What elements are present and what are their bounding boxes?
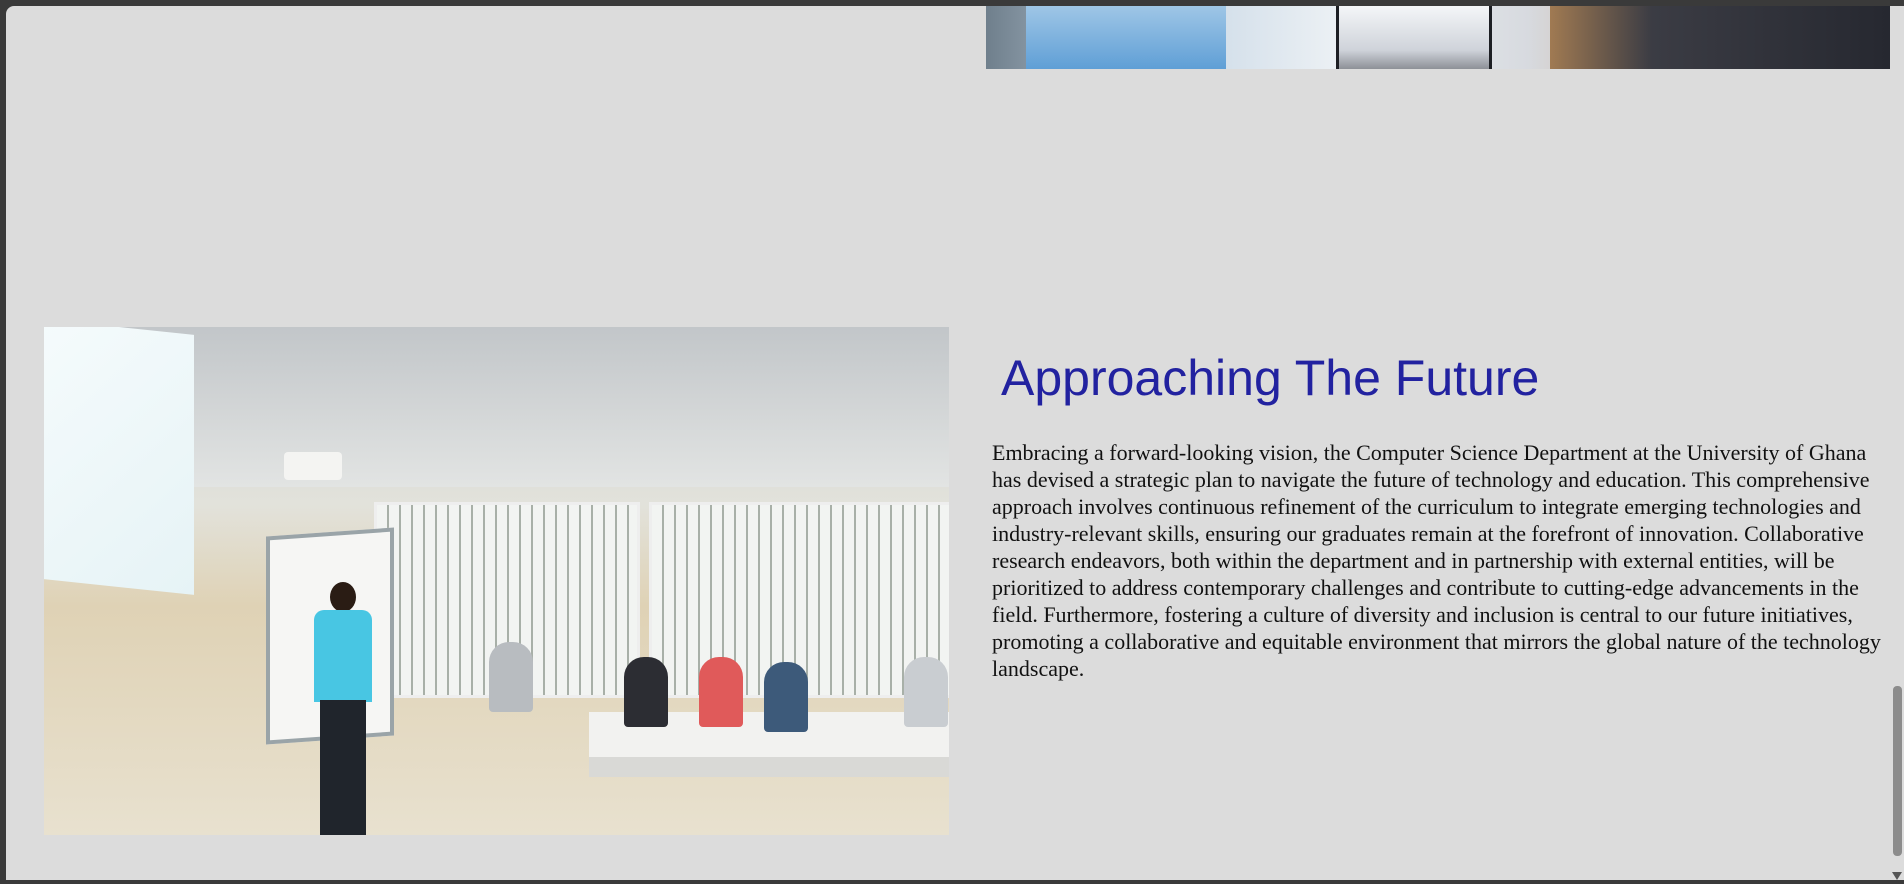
section-title: Approaching The Future [1001,350,1540,406]
photo-student [489,642,533,712]
vertical-scrollbar[interactable] [1890,6,1904,880]
photo-lecturer-legs [320,700,366,835]
photo-lecturer-shirt [314,610,372,702]
photo-student [764,662,808,732]
photo-projection [44,327,194,595]
photo-lecturer-head [330,582,356,612]
photo-student [904,657,948,727]
photo-person-detail [1550,6,1890,69]
photo-lecturer [306,582,378,835]
scrollbar-thumb[interactable] [1893,686,1902,856]
scroll-down-arrow-icon[interactable] [1892,872,1902,880]
photo-student [624,657,668,727]
photo-air-conditioner [284,452,342,480]
page-viewport: Approaching The Future Embracing a forwa… [6,6,1890,880]
classroom-photo [44,327,949,835]
section-body: Embracing a forward-looking vision, the … [992,440,1881,681]
photo-student [699,657,743,727]
photo-laptop-detail [1336,6,1492,69]
photo-screen-detail [1026,6,1226,69]
laptops-photo [986,6,1890,69]
